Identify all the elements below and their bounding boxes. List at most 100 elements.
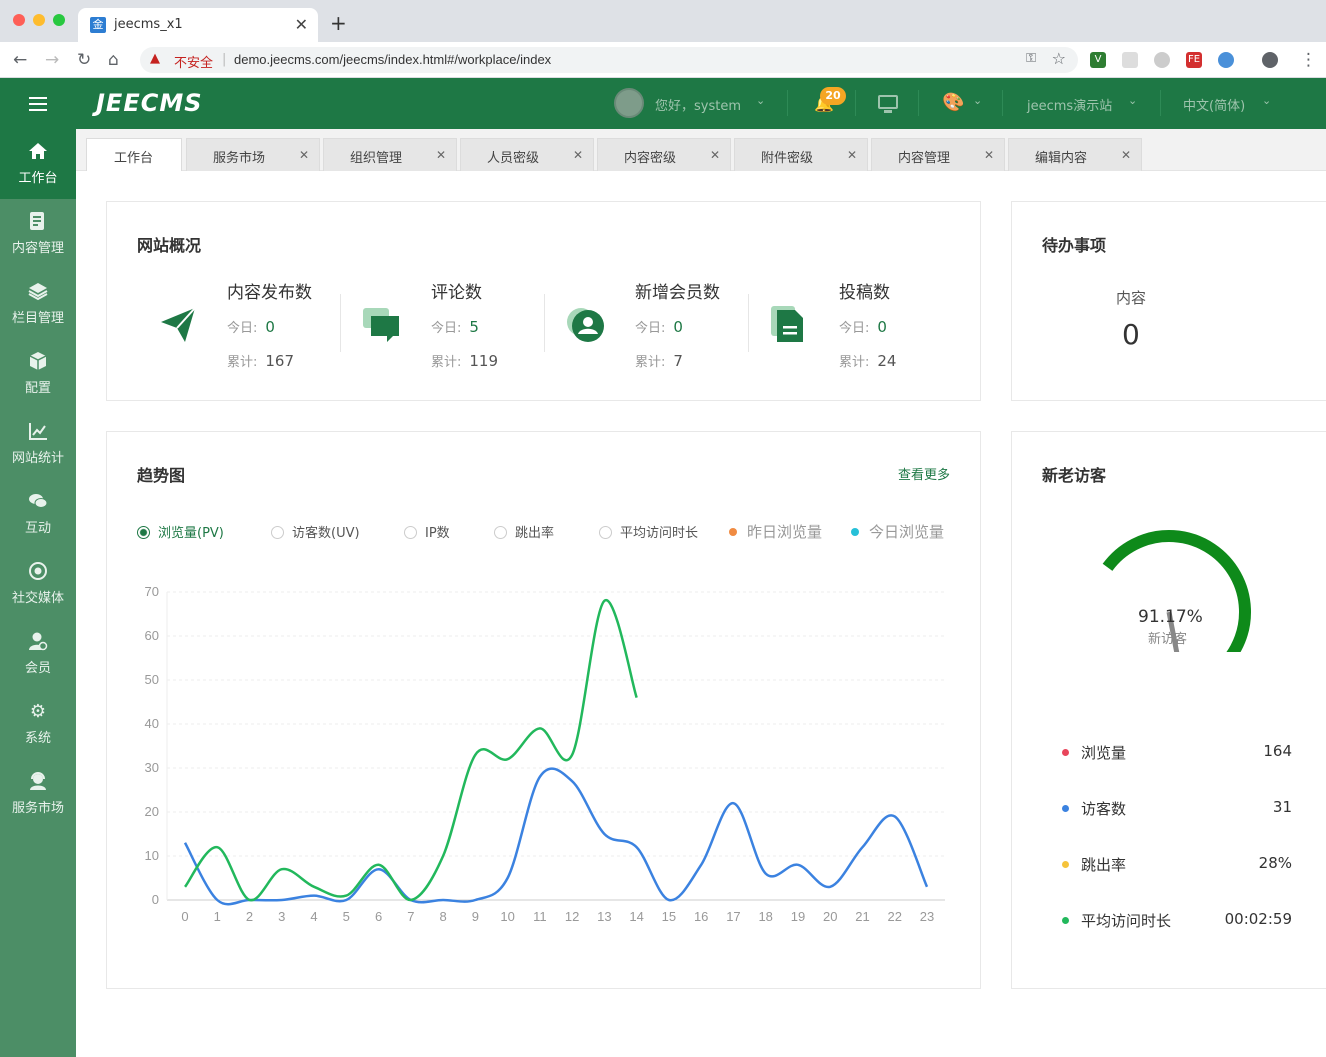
sidebar-item-label: 配置 <box>24 381 51 396</box>
legend-dot <box>729 528 737 536</box>
globe-extension-icon[interactable] <box>1218 52 1234 68</box>
sidebar-item-service-market[interactable]: 服务市场 <box>0 759 76 829</box>
bookmark-star-icon[interactable]: ☆ <box>1052 49 1066 68</box>
user-greeting[interactable]: 您好，system <box>655 95 741 114</box>
avatar[interactable] <box>614 88 644 118</box>
browser-tab[interactable]: 金 jeecms_x1 ✕ <box>78 8 318 42</box>
profile-icon[interactable] <box>1262 52 1278 68</box>
vue-extension-icon[interactable]: V <box>1090 52 1106 68</box>
series-line <box>183 767 929 906</box>
site-selector[interactable]: jeecms演示站 <box>1027 95 1112 114</box>
fe-extension-icon[interactable]: FE <box>1186 52 1202 68</box>
home-icon[interactable]: ⌂ <box>108 50 119 70</box>
chevron-down-icon[interactable]: ⌄ <box>1128 94 1137 107</box>
key-icon[interactable]: ⚿ <box>1026 51 1036 66</box>
radio-icon <box>494 526 507 539</box>
metric-radio-bounce[interactable]: 跳出率 <box>494 522 554 541</box>
back-icon[interactable]: ← <box>13 50 27 70</box>
y-tick-label: 20 <box>145 804 159 819</box>
chevron-down-icon[interactable]: ⌄ <box>973 94 982 107</box>
url-text[interactable]: demo.jeecms.com/jeecms/index.html#/workp… <box>234 52 551 67</box>
sidebar-item-stats[interactable]: 网站统计 <box>0 409 76 479</box>
x-tick-label: 0 <box>181 909 188 924</box>
address-bar[interactable]: ▲ 不安全 | demo.jeecms.com/jeecms/index.htm… <box>140 47 1078 73</box>
app-header: JEECMS 您好，system ⌄ 🔔 20 🎨 ⌄ jeecms演示站 ⌄ … <box>0 78 1326 129</box>
sidebar-item-social[interactable]: 社交媒体 <box>0 549 76 619</box>
tab-attachment-level[interactable]: 附件密级 ✕ <box>734 138 868 171</box>
close-icon[interactable]: ✕ <box>847 148 857 162</box>
tab-edit-content[interactable]: 编辑内容 ✕ <box>1008 138 1142 171</box>
x-tick-label: 8 <box>439 909 446 924</box>
gauge-percent: 91.17% <box>1138 607 1203 627</box>
tab-service-market[interactable]: 服务市场 ✕ <box>186 138 320 171</box>
x-tick-label: 17 <box>726 909 740 924</box>
chevron-down-icon[interactable]: ⌄ <box>756 94 765 107</box>
cube-icon <box>0 351 76 373</box>
x-tick-label: 1 <box>214 909 221 924</box>
todo-value[interactable]: 0 <box>1122 318 1140 351</box>
x-tick-label: 3 <box>278 909 285 924</box>
minimize-window-button[interactable] <box>33 14 45 26</box>
target-icon <box>0 561 76 583</box>
close-window-button[interactable] <box>13 14 25 26</box>
legend-yesterday[interactable]: 昨日浏览量 <box>729 521 822 542</box>
stat-today: 今日: 5 <box>431 318 479 336</box>
tab-workplace[interactable]: 工作台 <box>86 138 182 171</box>
language-selector[interactable]: 中文(简体) <box>1183 95 1245 114</box>
sidebar-item-interaction[interactable]: 互动 <box>0 479 76 549</box>
radio-checked-icon <box>137 526 150 539</box>
extension-icon[interactable] <box>1122 52 1138 68</box>
view-more-link[interactable]: 查看更多 <box>898 464 950 483</box>
metric-radio-avg-duration[interactable]: 平均访问时长 <box>599 522 698 541</box>
legend-today[interactable]: 今日浏览量 <box>851 521 944 542</box>
reload-icon[interactable]: ↻ <box>77 50 91 70</box>
menu-icon[interactable]: ⋮ <box>1300 50 1317 70</box>
stat-total: 累计: 119 <box>431 352 499 370</box>
extension-icon[interactable] <box>1154 52 1170 68</box>
sidebar-item-system[interactable]: ⚙ 系统 <box>0 689 76 759</box>
trend-card: 趋势图 查看更多 浏览量(PV) 访客数(UV) IP数 跳出率 平均访问时长 … <box>106 431 981 989</box>
tab-content-level[interactable]: 内容密级 ✕ <box>597 138 731 171</box>
stat-total: 累计: 7 <box>635 352 683 370</box>
stat-comments: 评论数 今日: 5 累计: 119 <box>341 278 545 378</box>
monitor-icon[interactable] <box>878 95 898 113</box>
close-icon[interactable]: ✕ <box>573 148 583 162</box>
metric-radio-pv[interactable]: 浏览量(PV) <box>137 522 224 541</box>
tab-content-manage[interactable]: 内容管理 ✕ <box>871 138 1005 171</box>
maximize-window-button[interactable] <box>53 14 65 26</box>
sidebar-item-columns[interactable]: 栏目管理 <box>0 269 76 339</box>
chevron-down-icon[interactable]: ⌄ <box>1262 94 1271 107</box>
menu-toggle-icon[interactable] <box>29 97 47 111</box>
x-tick-label: 6 <box>375 909 382 924</box>
todo-label: 内容 <box>1116 289 1147 307</box>
trend-title: 趋势图 <box>137 466 186 485</box>
tab-personnel-level[interactable]: 人员密级 ✕ <box>460 138 594 171</box>
gauge-label: 新访客 <box>1148 632 1188 647</box>
close-tab-icon[interactable]: ✕ <box>295 15 308 34</box>
tab-org[interactable]: 组织管理 ✕ <box>323 138 457 171</box>
metric-radio-uv[interactable]: 访客数(UV) <box>271 522 360 541</box>
tab-label: 内容管理 <box>898 151 951 166</box>
close-icon[interactable]: ✕ <box>1121 148 1131 162</box>
close-icon[interactable]: ✕ <box>436 148 446 162</box>
todo-card: 待办事项 内容 0 <box>1011 201 1326 401</box>
forward-icon[interactable]: → <box>45 50 59 70</box>
sidebar-item-config[interactable]: 配置 <box>0 339 76 409</box>
close-icon[interactable]: ✕ <box>984 148 994 162</box>
tab-label: 编辑内容 <box>1035 151 1088 166</box>
paper-plane-icon <box>161 307 196 342</box>
legend-dot <box>1062 805 1069 812</box>
document-edit-icon <box>0 211 76 233</box>
sidebar-item-member[interactable]: 会员 <box>0 619 76 689</box>
header-divider <box>918 90 919 116</box>
sidebar-item-content[interactable]: 内容管理 <box>0 199 76 269</box>
close-icon[interactable]: ✕ <box>710 148 720 162</box>
new-tab-button[interactable]: + <box>330 11 347 35</box>
palette-icon[interactable]: 🎨 <box>942 92 964 113</box>
metric-radio-ip[interactable]: IP数 <box>404 522 450 541</box>
visitors-card: 新老访客 91.17% 新访客 浏览量 164 访客数 31 跳出率 28% 平均访问… <box>1011 431 1326 989</box>
sidebar-item-workplace[interactable]: 工作台 <box>0 129 76 199</box>
browser-tab-title: jeecms_x1 <box>114 17 183 32</box>
sidebar-item-label: 网站统计 <box>11 451 64 466</box>
close-icon[interactable]: ✕ <box>299 148 309 162</box>
